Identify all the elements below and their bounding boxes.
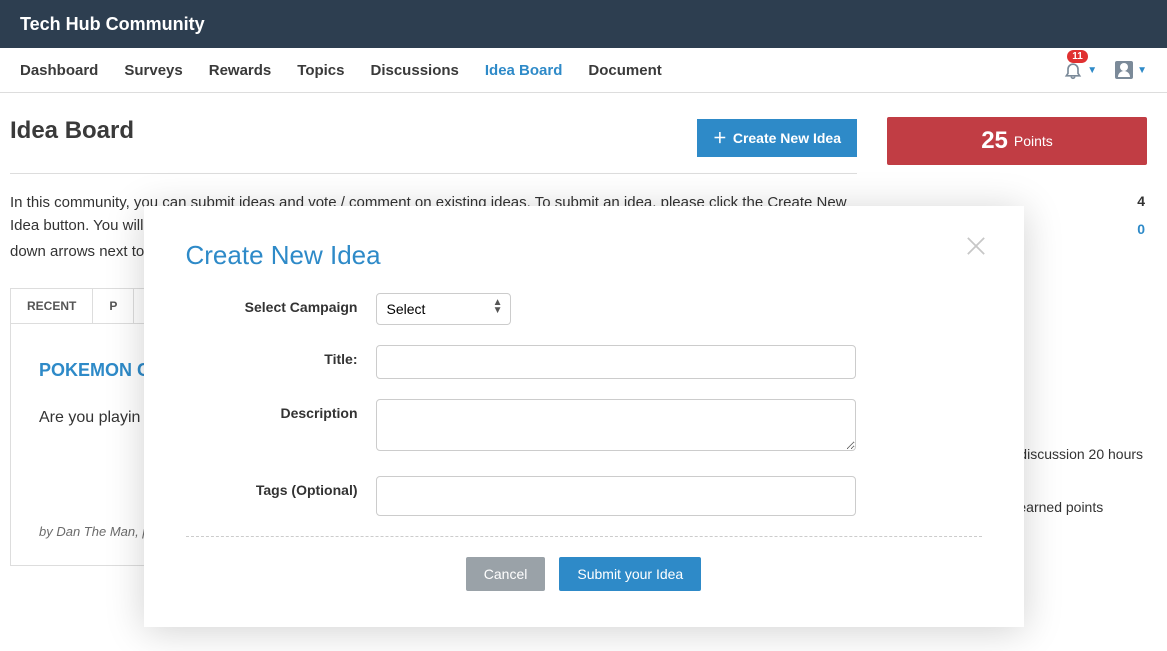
points-card: 25 Points	[887, 117, 1147, 165]
modal-divider	[186, 536, 982, 537]
nav-idea-board[interactable]: Idea Board	[485, 62, 563, 79]
points-value: 25	[981, 127, 1008, 155]
tab-second[interactable]: P	[93, 289, 134, 323]
title-input[interactable]	[376, 345, 856, 379]
cancel-button[interactable]: Cancel	[466, 557, 546, 591]
tags-input[interactable]	[376, 476, 856, 516]
nav-rewards[interactable]: Rewards	[209, 62, 272, 79]
user-icon	[1115, 61, 1133, 79]
nav-topics[interactable]: Topics	[297, 62, 344, 79]
nav-right: 11 ▼ ▼	[1063, 60, 1147, 80]
divider	[10, 173, 857, 174]
main-nav: Dashboard Surveys Rewards Topics Discuss…	[0, 48, 1167, 93]
nav-surveys[interactable]: Surveys	[124, 62, 182, 79]
close-icon	[962, 232, 990, 260]
activity-2-rest: , earned points	[1011, 499, 1104, 515]
row-description: Description	[186, 399, 982, 456]
points-label: Points	[1014, 133, 1053, 149]
tab-recent[interactable]: RECENT	[11, 289, 93, 323]
modal-title: Create New Idea	[186, 240, 982, 271]
app-banner: Tech Hub Community	[0, 0, 1167, 48]
create-button-label: Create New Idea	[733, 130, 841, 146]
label-campaign: Select Campaign	[186, 293, 376, 315]
submit-button[interactable]: Submit your Idea	[559, 557, 701, 591]
row-title: Title:	[186, 345, 982, 379]
nav-left: Dashboard Surveys Rewards Topics Discuss…	[20, 62, 662, 79]
description-textarea[interactable]	[376, 399, 856, 451]
page-title: Idea Board	[10, 117, 134, 145]
label-tags: Tags (Optional)	[186, 476, 376, 498]
close-button[interactable]	[962, 232, 990, 265]
row-tags: Tags (Optional)	[186, 476, 982, 516]
nav-dashboard[interactable]: Dashboard	[20, 62, 98, 79]
nav-discussions[interactable]: Discussions	[371, 62, 459, 79]
create-new-idea-button[interactable]: ＋ Create New Idea	[697, 119, 857, 157]
campaign-select[interactable]: Select	[376, 293, 511, 325]
nav-document[interactable]: Document	[588, 62, 661, 79]
side-row-2-value[interactable]: 0	[1137, 221, 1145, 237]
chevron-down-icon: ▼	[1137, 65, 1147, 76]
plus-icon: ＋	[713, 130, 727, 146]
create-idea-modal: Create New Idea Select Campaign Select ▲…	[144, 206, 1024, 627]
row-campaign: Select Campaign Select ▲▼	[186, 293, 982, 325]
notifications-button[interactable]: 11 ▼	[1063, 60, 1097, 80]
label-description: Description	[186, 399, 376, 421]
app-title: Tech Hub Community	[20, 14, 205, 35]
title-row: Idea Board ＋ Create New Idea	[10, 117, 857, 159]
label-title: Title:	[186, 345, 376, 367]
chevron-down-icon: ▼	[1087, 65, 1097, 76]
notifications-badge: 11	[1067, 50, 1088, 63]
user-menu-button[interactable]: ▼	[1115, 61, 1147, 79]
modal-actions: Cancel Submit your Idea	[186, 557, 982, 591]
side-row-1-value: 4	[1137, 193, 1145, 209]
bell-icon	[1063, 60, 1083, 80]
campaign-select-wrap: Select ▲▼	[376, 293, 511, 325]
